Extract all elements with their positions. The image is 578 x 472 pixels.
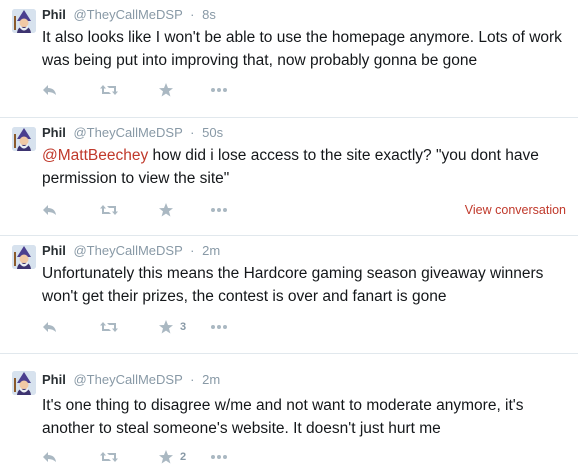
- tweet-text: It also looks like I won't be able to us…: [42, 26, 572, 72]
- retweet-icon: [99, 449, 119, 465]
- retweet-button[interactable]: [99, 81, 119, 99]
- wizard-avatar[interactable]: [12, 245, 36, 269]
- wizard-avatar[interactable]: [12, 9, 36, 33]
- more-button[interactable]: [210, 448, 228, 466]
- tweet-body: It's one thing to disagree w/me and not …: [42, 397, 524, 437]
- reply-icon: [42, 82, 58, 98]
- tweet[interactable]: Phil @TheyCallMeDSP · 2m Unfortunately t…: [0, 236, 578, 354]
- tweet-header: Phil @TheyCallMeDSP · 2m: [42, 242, 220, 260]
- timestamp[interactable]: 8s: [202, 7, 216, 22]
- reply-button[interactable]: [42, 318, 58, 336]
- mention-link[interactable]: @MattBeechey: [42, 147, 148, 164]
- timestamp[interactable]: 2m: [202, 372, 220, 387]
- star-icon: [158, 449, 174, 465]
- separator-dot: ·: [190, 243, 195, 258]
- view-conversation-link[interactable]: View conversation: [465, 201, 566, 219]
- timestamp[interactable]: 2m: [202, 243, 220, 258]
- tweet-header: Phil @TheyCallMeDSP · 50s: [42, 124, 223, 142]
- more-icon: [210, 87, 228, 93]
- author-handle[interactable]: @TheyCallMeDSP: [73, 7, 182, 22]
- author-handle[interactable]: @TheyCallMeDSP: [73, 372, 182, 387]
- more-icon: [210, 207, 228, 213]
- tweet-text: Unfortunately this means the Hardcore ga…: [42, 262, 572, 308]
- author-name[interactable]: Phil: [42, 7, 66, 22]
- retweet-icon: [99, 319, 119, 335]
- separator-dot: ·: [190, 372, 195, 387]
- timestamp[interactable]: 50s: [202, 125, 223, 140]
- star-icon: [158, 82, 174, 98]
- reply-icon: [42, 202, 58, 218]
- reply-button[interactable]: [42, 448, 58, 466]
- author-handle[interactable]: @TheyCallMeDSP: [73, 125, 182, 140]
- more-button[interactable]: [210, 81, 228, 99]
- tweet[interactable]: Phil @TheyCallMeDSP · 8s It also looks l…: [0, 0, 578, 118]
- retweet-icon: [99, 82, 119, 98]
- more-icon: [210, 454, 228, 460]
- author-handle[interactable]: @TheyCallMeDSP: [73, 243, 182, 258]
- tweet-actions: 2: [42, 448, 572, 466]
- tweet-actions: [42, 81, 572, 99]
- more-button[interactable]: [210, 201, 228, 219]
- more-button[interactable]: [210, 318, 228, 336]
- author-name[interactable]: Phil: [42, 243, 66, 258]
- tweet-actions: View conversation: [42, 201, 572, 219]
- favorite-button[interactable]: 2: [158, 448, 186, 466]
- more-icon: [210, 324, 228, 330]
- star-icon: [158, 202, 174, 218]
- favorite-button[interactable]: 3: [158, 318, 186, 336]
- separator-dot: ·: [190, 125, 195, 140]
- author-name[interactable]: Phil: [42, 125, 66, 140]
- favorite-button[interactable]: [158, 81, 180, 99]
- tweet[interactable]: Phil @TheyCallMeDSP · 2m It's one thing …: [0, 354, 578, 472]
- reply-button[interactable]: [42, 201, 58, 219]
- retweet-button[interactable]: [99, 201, 119, 219]
- wizard-avatar[interactable]: [12, 371, 36, 395]
- author-name[interactable]: Phil: [42, 372, 66, 387]
- tweet-header: Phil @TheyCallMeDSP · 8s: [42, 6, 216, 24]
- tweet-text: @MattBeechey how did i lose access to th…: [42, 144, 572, 190]
- tweet-body: Unfortunately this means the Hardcore ga…: [42, 265, 544, 305]
- wizard-avatar[interactable]: [12, 127, 36, 151]
- reply-icon: [42, 319, 58, 335]
- retweet-icon: [99, 202, 119, 218]
- tweet-body: It also looks like I won't be able to us…: [42, 29, 562, 69]
- tweet-actions: 3: [42, 318, 572, 336]
- separator-dot: ·: [190, 7, 195, 22]
- favorite-count: 3: [180, 321, 187, 333]
- tweet[interactable]: Phil @TheyCallMeDSP · 50s @MattBeechey h…: [0, 118, 578, 236]
- retweet-button[interactable]: [99, 448, 119, 466]
- tweet-header: Phil @TheyCallMeDSP · 2m: [42, 371, 220, 389]
- retweet-button[interactable]: [99, 318, 119, 336]
- reply-icon: [42, 449, 58, 465]
- tweet-text: It's one thing to disagree w/me and not …: [42, 394, 572, 440]
- favorite-count: 2: [180, 451, 187, 463]
- reply-button[interactable]: [42, 81, 58, 99]
- favorite-button[interactable]: [158, 201, 180, 219]
- star-icon: [158, 319, 174, 335]
